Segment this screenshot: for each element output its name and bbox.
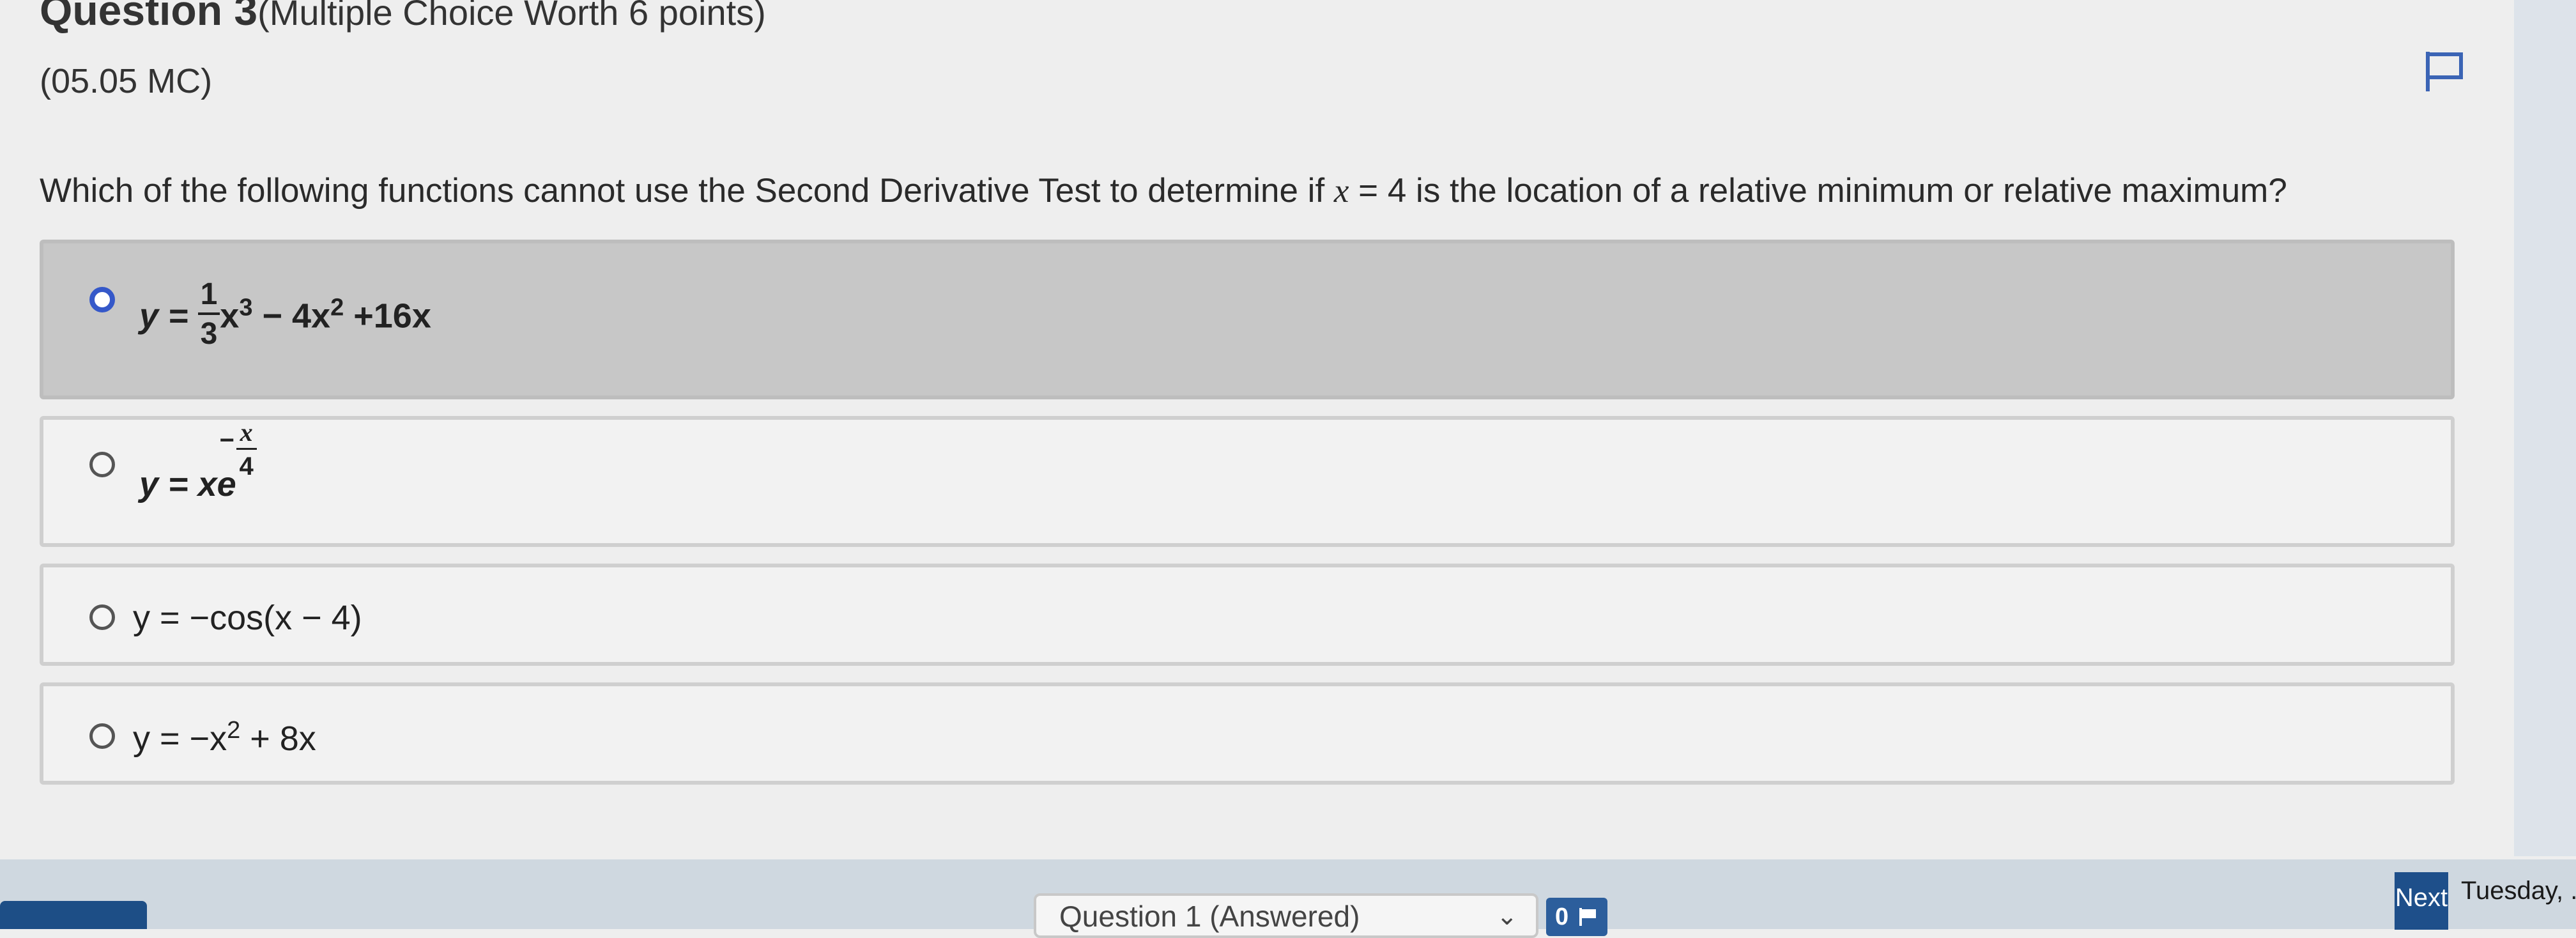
- question-header: Question 3(Multiple Choice Worth 6 point…: [40, 0, 766, 35]
- choice-a-exp2: 2: [330, 294, 344, 321]
- choice-b-expression: y = xe − x 4: [139, 420, 257, 524]
- flag-icon: [1579, 908, 1596, 926]
- choice-d-part-a: y = −x: [133, 719, 227, 758]
- answer-choices: y = 1 3 x3 − 4x2 +16x y = xe − x 4 y = −cos(x…: [40, 240, 2455, 801]
- flag-icon: [2426, 52, 2463, 91]
- choice-a-exp1: 3: [239, 294, 253, 321]
- choice-b-exp-denominator: 4: [239, 452, 254, 481]
- choice-d-expression: y = −x2 + 8x: [133, 717, 316, 758]
- choice-d-part-b: + 8x: [240, 719, 316, 758]
- choice-b-lhs: y = xe: [139, 465, 236, 504]
- choice-a-lhs: y =: [139, 296, 188, 335]
- prompt-variable: x: [1333, 173, 1349, 210]
- flag-question-button[interactable]: [2421, 48, 2467, 94]
- choice-a-expression: y = 1 3 x3 − 4x2 +16x: [139, 279, 431, 353]
- choice-c-radio[interactable]: [89, 604, 115, 630]
- choice-d-exp: 2: [227, 717, 241, 744]
- prompt-text-before: Which of the following functions cannot …: [40, 172, 1334, 210]
- flagged-count-badge[interactable]: 0: [1546, 898, 1607, 936]
- choice-a-mid: − 4x: [252, 296, 331, 335]
- choice-d-radio[interactable]: [89, 723, 115, 749]
- choice-b-radio[interactable]: [89, 452, 115, 477]
- choice-a-radio[interactable]: [89, 287, 115, 312]
- choice-a-x: x: [220, 296, 240, 335]
- question-navigator-value: Question 1 (Answered): [1059, 900, 1360, 933]
- question-points: (Multiple Choice Worth 6 points): [257, 0, 766, 33]
- taskbar-date: Tuesday, .: [2461, 877, 2576, 905]
- choice-a-fraction: 13: [197, 279, 220, 351]
- question-prompt: Which of the following functions cannot …: [40, 171, 2287, 210]
- question-number: Question 3: [40, 0, 258, 34]
- choice-d[interactable]: y = −x2 + 8x: [40, 682, 2455, 785]
- next-button[interactable]: Next: [2395, 872, 2448, 930]
- choice-a[interactable]: y = 1 3 x3 − 4x2 +16x: [40, 240, 2455, 399]
- choice-b[interactable]: y = xe − x 4: [40, 416, 2455, 547]
- choice-b-exp-numerator: x: [236, 420, 257, 450]
- choice-a-denominator: 3: [200, 317, 218, 351]
- choice-c[interactable]: y = −cos(x − 4): [40, 564, 2455, 666]
- choice-a-numerator: 1: [197, 279, 220, 315]
- prompt-text-after: = 4 is the location of a relative minimu…: [1349, 172, 2287, 210]
- choice-b-exponent: − x 4: [220, 420, 257, 481]
- choice-c-expression: y = −cos(x − 4): [133, 599, 362, 637]
- footer-left-button[interactable]: [0, 901, 147, 929]
- question-navigator-select[interactable]: Question 1 (Answered) ⌄: [1034, 893, 1538, 938]
- choice-a-tail: +16x: [344, 296, 431, 335]
- question-code: (05.05 MC): [40, 62, 213, 100]
- flagged-count: 0: [1555, 903, 1569, 930]
- choice-b-minus: −: [219, 426, 234, 454]
- right-edge-panel: [2514, 0, 2576, 856]
- chevron-down-icon: ⌄: [1496, 902, 1518, 930]
